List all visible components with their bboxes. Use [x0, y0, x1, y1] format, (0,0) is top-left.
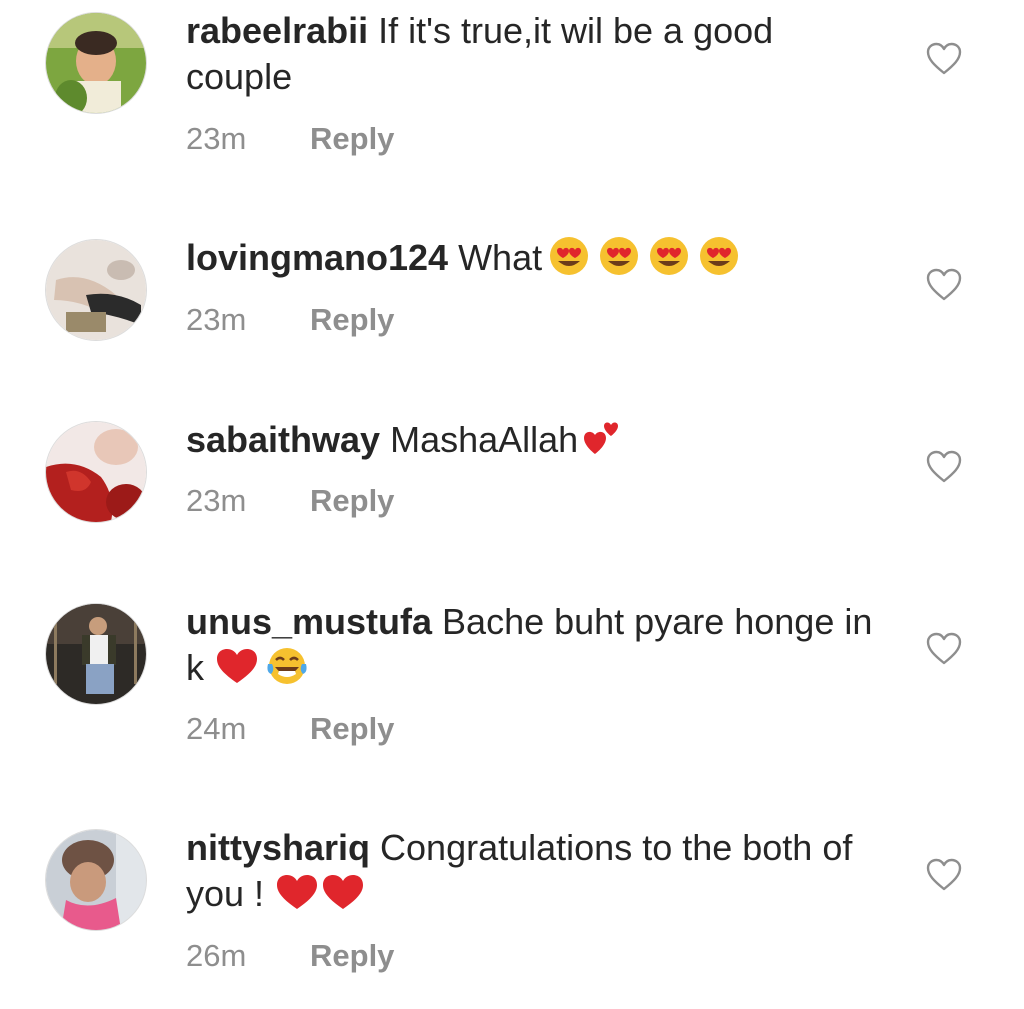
avatar[interactable]: [45, 829, 147, 931]
red-heart-emoji-icon: [214, 646, 260, 686]
comment-timestamp: 23m: [186, 483, 247, 518]
heart-eyes-emoji-icon: [646, 236, 692, 276]
heart-eyes-emoji-icon: [596, 236, 642, 276]
comment-username[interactable]: nittyshariq: [186, 827, 370, 868]
comment-text: nittyshariq Congratulations to the both o…: [186, 825, 886, 917]
avatar[interactable]: [45, 12, 147, 114]
red-heart-emoji-icon: [274, 872, 320, 912]
comment-meta: 26m Reply: [186, 936, 394, 976]
comment-username[interactable]: lovingmano124: [186, 237, 448, 278]
reply-button[interactable]: Reply: [310, 483, 394, 518]
like-heart-icon[interactable]: [926, 450, 962, 484]
reply-button[interactable]: Reply: [310, 938, 394, 973]
like-heart-icon[interactable]: [926, 858, 962, 892]
comment-body: MashaAllah: [390, 419, 579, 460]
comment-text: lovingmano124 What: [186, 235, 886, 281]
comment-meta: 24m Reply: [186, 709, 394, 749]
comment-timestamp: 26m: [186, 938, 247, 973]
comment-meta: 23m Reply: [186, 481, 394, 521]
reply-button[interactable]: Reply: [310, 121, 394, 156]
red-heart-emoji-icon: [320, 872, 366, 912]
avatar[interactable]: [45, 603, 147, 705]
reply-button[interactable]: Reply: [310, 711, 394, 746]
tears-of-joy-emoji-icon: [264, 646, 310, 686]
heart-eyes-emoji-icon: [696, 236, 742, 276]
comment-username[interactable]: unus_mustufa: [186, 601, 432, 642]
comment-username[interactable]: rabeelrabii: [186, 10, 368, 51]
like-heart-icon[interactable]: [926, 632, 962, 666]
comment-timestamp: 23m: [186, 121, 247, 156]
comment-meta: 23m Reply: [186, 119, 394, 159]
avatar[interactable]: [45, 421, 147, 523]
comment-text: rabeelrabii If it's true,it wil be a good…: [186, 8, 886, 100]
heart-eyes-emoji-icon: [546, 236, 592, 276]
comment-body: What: [458, 237, 543, 278]
like-heart-icon[interactable]: [926, 268, 962, 302]
comment-timestamp: 23m: [186, 302, 247, 337]
comment-text: sabaithway MashaAllah: [186, 417, 886, 463]
like-heart-icon[interactable]: [926, 42, 962, 76]
comment-text: unus_mustufa Bache buht pyare honge in k: [186, 599, 886, 691]
comment-username[interactable]: sabaithway: [186, 419, 380, 460]
two-hearts-emoji-icon: [578, 418, 624, 458]
reply-button[interactable]: Reply: [310, 302, 394, 337]
avatar[interactable]: [45, 239, 147, 341]
comment-meta: 23m Reply: [186, 300, 394, 340]
comment-timestamp: 24m: [186, 711, 247, 746]
